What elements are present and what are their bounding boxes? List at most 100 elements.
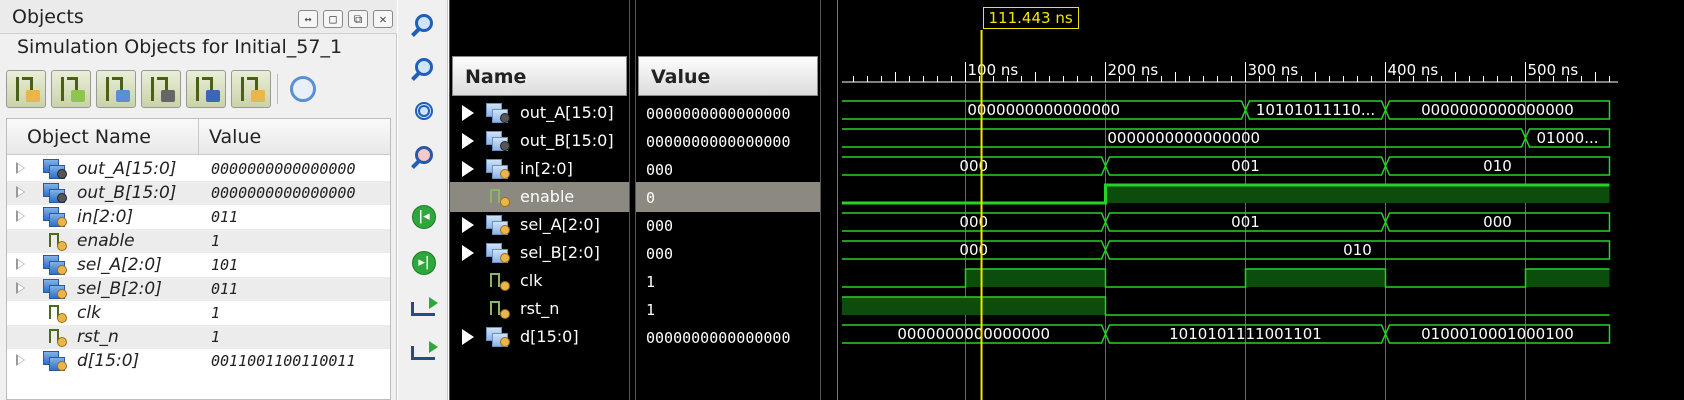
output-port-filter-icon[interactable] [51,70,91,108]
object-row[interactable]: enable 1 [7,229,390,253]
object-row[interactable]: clk 1 [7,301,390,325]
signal-name-row[interactable]: out_B[15:0] [450,126,629,156]
go-to-start-icon[interactable]: |◂ [411,204,437,230]
waveform-canvas[interactable]: 100 ns 200 ns 300 ns 400 ns 500 ns 0000000000… [837,0,1684,400]
bus-signal-icon [43,207,67,227]
signal-name: in[2:0] [520,159,573,178]
signal-value-row[interactable]: 000 [636,210,820,240]
value-column-header[interactable]: Value [638,56,818,96]
bus-signal-icon [486,327,510,347]
signal-value: 000 [646,161,674,179]
bus-signal-icon [486,103,510,123]
objects-panel: Objects ↔ □ ⧉ ✕ Simulation Objects for I… [0,0,397,400]
bus-signal-icon [43,279,67,299]
bus-value-label: 000 [959,241,988,259]
column-header-object-name[interactable]: Object Name [27,126,151,148]
signal-value: 000 [646,245,674,263]
object-row[interactable]: in[2:0] 011 [7,205,390,229]
signal-value-row[interactable]: 0000000000000000 [636,322,820,352]
next-transition-icon[interactable] [411,340,438,366]
column-divider[interactable] [198,119,199,155]
signal-value: 0 [646,189,656,207]
bit-high-fill [842,297,1106,315]
bus-signal-icon [43,183,67,203]
constant-filter-icon[interactable] [186,70,226,108]
time-tick-label: 200 ns [1108,61,1159,79]
close-icon[interactable]: ✕ [373,10,393,28]
object-name: enable [77,231,135,251]
waveform-svg[interactable]: 100 ns 200 ns 300 ns 400 ns 500 ns0000000000… [838,0,1684,400]
zoom-to-cursor-icon[interactable] [411,146,437,172]
object-name: out_A[15:0] [77,159,177,179]
signal-name: out_A[15:0] [520,103,614,122]
expand-arrow-icon[interactable] [462,133,474,149]
object-row[interactable]: sel_B[2:0] 011 [7,277,390,301]
signal-name: enable [520,187,575,206]
waveform-window: Name out_A[15:0] out_B[15:0] in[2:0] enable… [449,0,1684,400]
object-value: 011 [211,208,239,226]
object-row[interactable]: d[15:0] 0011001100110011 [7,349,390,373]
maximize-restore-icon[interactable]: ↔ [298,10,318,28]
expand-arrow-icon[interactable] [16,258,25,270]
settings-gear-icon[interactable] [290,76,316,102]
expand-arrow-icon[interactable] [462,161,474,177]
signal-value-row[interactable]: 0 [636,182,820,212]
minimize-icon[interactable]: □ [323,10,343,28]
object-name: d[15:0] [77,351,140,371]
object-row[interactable]: sel_A[2:0] 101 [7,253,390,277]
bus-value-label: 0000000000000000 [1421,101,1574,119]
zoom-fit-icon[interactable] [411,102,437,128]
object-value: 1 [211,304,221,322]
objects-table-header: Object Name Value [7,119,390,155]
bus-value-label: 0000000000000000 [1107,129,1260,147]
expand-arrow-icon[interactable] [462,217,474,233]
signal-name-row[interactable]: sel_A[2:0] [450,210,629,240]
signal-value-row[interactable]: 0000000000000000 [636,126,820,156]
zoom-in-icon[interactable] [411,14,437,40]
go-to-end-icon[interactable]: ▸| [411,250,437,276]
signal-name-row[interactable]: out_A[15:0] [450,98,629,128]
bus-value-label: 000 [959,157,988,175]
signal-name-row[interactable]: enable [450,182,629,212]
expand-arrow-icon[interactable] [16,186,25,198]
bus-signal-icon [43,159,67,179]
object-name: clk [77,303,101,323]
object-row[interactable]: out_B[15:0] 0000000000000000 [7,181,390,205]
expand-arrow-icon[interactable] [16,354,25,366]
input-port-filter-icon[interactable] [6,70,46,108]
expand-arrow-icon[interactable] [16,282,25,294]
signal-value-row[interactable]: 000 [636,238,820,268]
objects-table: Object Name Value out_A[15:0] 00000000000… [6,118,391,400]
signal-value-row[interactable]: 1 [636,294,820,324]
float-window-icon[interactable]: ⧉ [348,10,368,28]
expand-arrow-icon[interactable] [16,210,25,222]
bit-signal-icon [488,299,510,319]
bit-high-fill [965,269,1106,287]
signal-name-row[interactable]: sel_B[2:0] [450,238,629,268]
signal-name-row[interactable]: d[15:0] [450,322,629,352]
signal-value-row[interactable]: 0000000000000000 [636,98,820,128]
name-column-header[interactable]: Name [452,56,627,96]
signal-name: sel_B[2:0] [520,243,600,262]
signal-name-row[interactable]: in[2:0] [450,154,629,184]
expand-arrow-icon[interactable] [462,245,474,261]
column-header-value[interactable]: Value [209,126,261,148]
expand-arrow-icon[interactable] [462,105,474,121]
expand-arrow-icon[interactable] [462,329,474,345]
object-name: in[2:0] [77,207,134,227]
expand-arrow-icon[interactable] [16,162,25,174]
bus-value-label: 0100010001000100 [1421,325,1574,343]
signal-value-row[interactable]: 000 [636,154,820,184]
signal-name-row[interactable]: rst_n [450,294,629,324]
signal-name-row[interactable]: clk [450,266,629,296]
inout-port-filter-icon[interactable] [96,70,136,108]
cursor-time-label[interactable]: 111.443 ns [982,7,1079,29]
object-row[interactable]: out_A[15:0] 0000000000000000 [7,157,390,181]
objects-subtitle: Simulation Objects for Initial_57_1 [17,36,343,58]
previous-transition-icon[interactable] [411,296,438,322]
internal-signal-filter-icon[interactable] [141,70,181,108]
signal-value-row[interactable]: 1 [636,266,820,296]
variable-filter-icon[interactable] [231,70,271,108]
object-row[interactable]: rst_n 1 [7,325,390,349]
zoom-out-icon[interactable] [411,58,437,84]
